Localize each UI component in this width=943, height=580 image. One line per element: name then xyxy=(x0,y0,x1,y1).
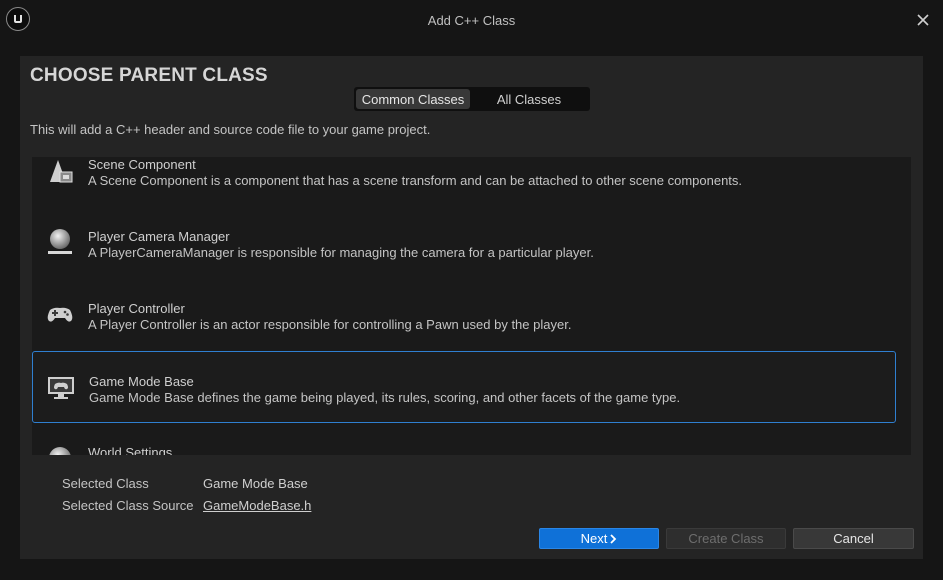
class-name: Player Camera Manager xyxy=(88,229,230,244)
class-list-item-player-camera-manager[interactable]: Player Camera Manager A PlayerCameraMana… xyxy=(32,207,896,279)
scene-component-icon xyxy=(44,157,76,186)
create-class-button[interactable]: Create Class xyxy=(666,528,786,549)
cancel-button[interactable]: Cancel xyxy=(793,528,914,549)
description-text: This will add a C++ header and source co… xyxy=(30,122,431,137)
world-sphere-icon xyxy=(44,442,76,455)
tab-all-classes[interactable]: All Classes xyxy=(470,89,588,109)
class-list: Scene Component A Scene Component is a c… xyxy=(32,157,911,455)
title-bar: Add C++ Class xyxy=(0,0,943,40)
selected-class-label: Selected Class xyxy=(62,476,149,491)
chevron-right-icon xyxy=(610,533,617,544)
selected-class-value: Game Mode Base xyxy=(203,476,308,491)
class-description: A Scene Component is a component that ha… xyxy=(88,173,743,188)
class-list-item-scene-component[interactable]: Scene Component A Scene Component is a c… xyxy=(32,157,896,207)
page-title: CHOOSE PARENT CLASS xyxy=(30,65,268,86)
next-button-label: Next xyxy=(580,531,608,546)
dialog-panel: CHOOSE PARENT CLASS Common Classes All C… xyxy=(20,56,923,559)
camera-sphere-icon xyxy=(44,226,76,258)
gamepad-icon xyxy=(44,298,76,330)
selected-source-link[interactable]: GameModeBase.h xyxy=(203,498,311,513)
class-filter-toggle: Common Classes All Classes xyxy=(354,87,590,111)
class-description: A PlayerCameraManager is responsible for… xyxy=(88,245,594,260)
class-name: Scene Component xyxy=(88,157,196,172)
class-list-item-game-mode-base[interactable]: Game Mode Base Game Mode Base defines th… xyxy=(32,351,896,423)
class-name: World Settings xyxy=(88,445,173,455)
scrollbar-track[interactable] xyxy=(900,157,910,455)
class-name: Player Controller xyxy=(88,301,185,316)
selected-source-label: Selected Class Source xyxy=(62,498,194,513)
tab-common-classes[interactable]: Common Classes xyxy=(356,89,470,109)
class-name: Game Mode Base xyxy=(89,374,194,389)
class-description: A Player Controller is an actor responsi… xyxy=(88,317,572,332)
class-description: Game Mode Base defines the game being pl… xyxy=(89,390,681,405)
class-list-item-player-controller[interactable]: Player Controller A Player Controller is… xyxy=(32,279,896,351)
class-list-item-world-settings[interactable]: World Settings xyxy=(32,423,896,455)
next-button[interactable]: Next xyxy=(539,528,659,549)
monitor-gamepad-icon xyxy=(45,371,77,403)
window-title: Add C++ Class xyxy=(427,13,516,28)
close-icon[interactable] xyxy=(913,10,933,30)
